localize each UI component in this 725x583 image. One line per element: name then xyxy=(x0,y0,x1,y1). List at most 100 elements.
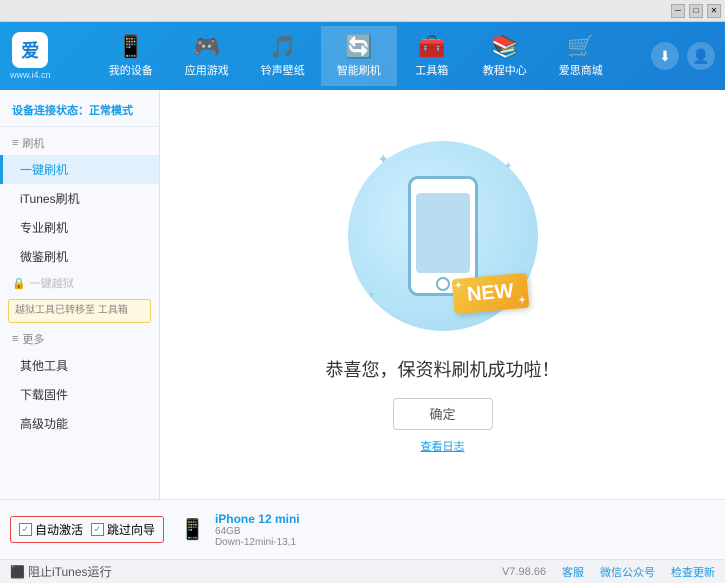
device-firmware: Down-12mini-13,1 xyxy=(215,537,300,548)
advanced-label: 高级功能 xyxy=(20,417,68,431)
checkbox-group: 自动激活 跳过向导 xyxy=(19,521,155,538)
pro-flash-label: 专业刷机 xyxy=(20,221,68,235)
new-badge-text: NEW xyxy=(466,280,514,306)
phone-illustration: ✦ ✦ ✦ NEW xyxy=(343,136,543,336)
skip-guide-checkbox[interactable]: 跳过向导 xyxy=(91,521,155,538)
ringtones-icon: 🎵 xyxy=(269,34,296,60)
header-right-btns: ⬇ 👤 xyxy=(651,42,715,70)
nav-bar: 📱 我的设备 🎮 应用游戏 🎵 铃声壁纸 🔄 智能刷机 🧰 工具箱 📚 教程中心… xyxy=(71,26,641,86)
section-icon-flash: ≡ xyxy=(12,137,18,149)
itunes-flash-label: iTunes刷机 xyxy=(20,192,80,206)
device-info-section: iPhone 12 mini 64GB Down-12mini-13,1 xyxy=(215,512,300,548)
jailbreak-notice: 越狱工具已转移至 工具箱 xyxy=(8,299,151,323)
sparkle-3: ✦ xyxy=(368,290,376,301)
smart-flash-icon: 🔄 xyxy=(345,34,372,60)
auto-activate-checkbox[interactable]: 自动激活 xyxy=(19,521,83,538)
window-controls[interactable]: ─ □ ✕ xyxy=(671,4,721,18)
bottom-area: 自动激活 跳过向导 📱 iPhone 12 mini 64GB Down-12m… xyxy=(0,499,725,583)
logo-url: www.i4.cn xyxy=(10,70,51,80)
section-label-jailbreak: 一键越狱 xyxy=(30,275,74,291)
check-update-link[interactable]: 检查更新 xyxy=(671,564,715,580)
device-name: iPhone 12 mini xyxy=(215,512,300,526)
illustration-circle: ✦ ✦ ✦ NEW xyxy=(348,141,538,331)
one-key-flash-label: 一键刷机 xyxy=(20,163,68,177)
nav-ringtones[interactable]: 🎵 铃声壁纸 xyxy=(245,26,321,86)
section-header-jailbreak: 🔒 一键越狱 xyxy=(0,271,159,295)
sparkle-1: ✦ xyxy=(378,151,390,168)
sidebar-item-itunes-flash[interactable]: iTunes刷机 xyxy=(0,184,159,213)
ipsw-flash-label: 微鉴刷机 xyxy=(20,250,68,264)
confirm-button[interactable]: 确定 xyxy=(393,398,493,430)
sidebar-item-one-key-flash[interactable]: 一键刷机 xyxy=(0,155,159,184)
sidebar-item-pro-flash[interactable]: 专业刷机 xyxy=(0,213,159,242)
toolbox-icon: 🧰 xyxy=(418,34,445,60)
sidebar-item-advanced[interactable]: 高级功能 xyxy=(0,409,159,438)
skip-guide-label: 跳过向导 xyxy=(107,521,155,538)
device-icon: 📱 xyxy=(180,517,205,542)
nav-tutorials-label: 教程中心 xyxy=(483,62,527,78)
stop-itunes-button[interactable]: ⬛ 阻止iTunes运行 xyxy=(10,563,112,580)
auto-activate-label: 自动激活 xyxy=(35,521,83,538)
lock-icon: 🔒 xyxy=(12,277,26,290)
maximize-button[interactable]: □ xyxy=(689,4,703,18)
nav-my-device-label: 我的设备 xyxy=(109,62,153,78)
sidebar: 设备连接状态：正常模式 ≡ 刷机 一键刷机 iTunes刷机 专业刷机 微鉴刷机… xyxy=(0,90,160,499)
section-icon-more: ≡ xyxy=(12,333,18,345)
version-label: V7.98.66 xyxy=(502,566,546,578)
auto-activate-checkbox-box[interactable] xyxy=(19,523,32,536)
nav-mall-label: 爱思商城 xyxy=(559,62,603,78)
bottom-right-info: V7.98.66 客服 微信公众号 检查更新 xyxy=(502,564,715,580)
sidebar-item-download-firmware[interactable]: 下载固件 xyxy=(0,380,159,409)
nav-apps-games-label: 应用游戏 xyxy=(185,62,229,78)
nav-apps-games[interactable]: 🎮 应用游戏 xyxy=(169,26,245,86)
phone-home-button xyxy=(436,277,450,291)
wechat-link[interactable]: 微信公众号 xyxy=(600,564,655,580)
nav-tutorials[interactable]: 📚 教程中心 xyxy=(467,26,543,86)
section-label-more: 更多 xyxy=(22,331,44,347)
nav-smart-flash-label: 智能刷机 xyxy=(337,62,381,78)
status-value: 正常模式 xyxy=(89,105,133,117)
sidebar-item-other-tools[interactable]: 其他工具 xyxy=(0,351,159,380)
logo-icon: 爱 xyxy=(12,32,48,68)
phone-screen xyxy=(416,193,470,273)
logo[interactable]: 爱 www.i4.cn xyxy=(10,32,51,80)
section-label-flash: 刷机 xyxy=(22,135,44,151)
stop-itunes-label: 阻止iTunes运行 xyxy=(28,563,112,580)
bottom-status-bar: ⬛ 阻止iTunes运行 V7.98.66 客服 微信公众号 检查更新 xyxy=(0,559,725,583)
title-bar: ─ □ ✕ xyxy=(0,0,725,22)
my-device-icon: 📱 xyxy=(117,34,144,60)
customer-service-link[interactable]: 客服 xyxy=(562,564,584,580)
status-label: 设备连接状态： xyxy=(12,105,89,117)
download-button[interactable]: ⬇ xyxy=(651,42,679,70)
log-link[interactable]: 查看日志 xyxy=(421,438,465,454)
user-button[interactable]: 👤 xyxy=(687,42,715,70)
nav-mall[interactable]: 🛒 爱思商城 xyxy=(543,26,619,86)
download-firmware-label: 下载固件 xyxy=(20,388,68,402)
other-tools-label: 其他工具 xyxy=(20,359,68,373)
close-button[interactable]: ✕ xyxy=(707,4,721,18)
tutorials-icon: 📚 xyxy=(491,34,518,60)
jailbreak-notice-text: 越狱工具已转移至 工具箱 xyxy=(15,305,128,316)
minimize-button[interactable]: ─ xyxy=(671,4,685,18)
sidebar-item-ipsw-flash[interactable]: 微鉴刷机 xyxy=(0,242,159,271)
nav-toolbox-label: 工具箱 xyxy=(415,62,448,78)
nav-my-device[interactable]: 📱 我的设备 xyxy=(93,26,169,86)
success-message: 恭喜您，保资料刷机成功啦！ xyxy=(326,356,560,382)
device-bottom-bar: 自动激活 跳过向导 📱 iPhone 12 mini 64GB Down-12m… xyxy=(0,499,725,559)
device-storage: 64GB xyxy=(215,526,300,537)
sparkle-2: ✦ xyxy=(504,161,512,172)
main-area: 设备连接状态：正常模式 ≡ 刷机 一键刷机 iTunes刷机 专业刷机 微鉴刷机… xyxy=(0,90,725,499)
section-header-more: ≡ 更多 xyxy=(0,327,159,351)
new-badge: NEW xyxy=(451,272,528,313)
main-content: ✦ ✦ ✦ NEW 恭喜您，保资料刷机成功啦！ 确定 查看日志 xyxy=(160,90,725,499)
device-status: 设备连接状态：正常模式 xyxy=(0,98,159,127)
mall-icon: 🛒 xyxy=(567,34,594,60)
section-header-flash: ≡ 刷机 xyxy=(0,131,159,155)
header: 爱 www.i4.cn 📱 我的设备 🎮 应用游戏 🎵 铃声壁纸 🔄 智能刷机 … xyxy=(0,22,725,90)
nav-smart-flash[interactable]: 🔄 智能刷机 xyxy=(321,26,397,86)
apps-games-icon: 🎮 xyxy=(193,34,220,60)
nav-ringtones-label: 铃声壁纸 xyxy=(261,62,305,78)
skip-guide-checkbox-box[interactable] xyxy=(91,523,104,536)
nav-toolbox[interactable]: 🧰 工具箱 xyxy=(397,26,467,86)
stop-icon: ⬛ xyxy=(10,565,25,579)
